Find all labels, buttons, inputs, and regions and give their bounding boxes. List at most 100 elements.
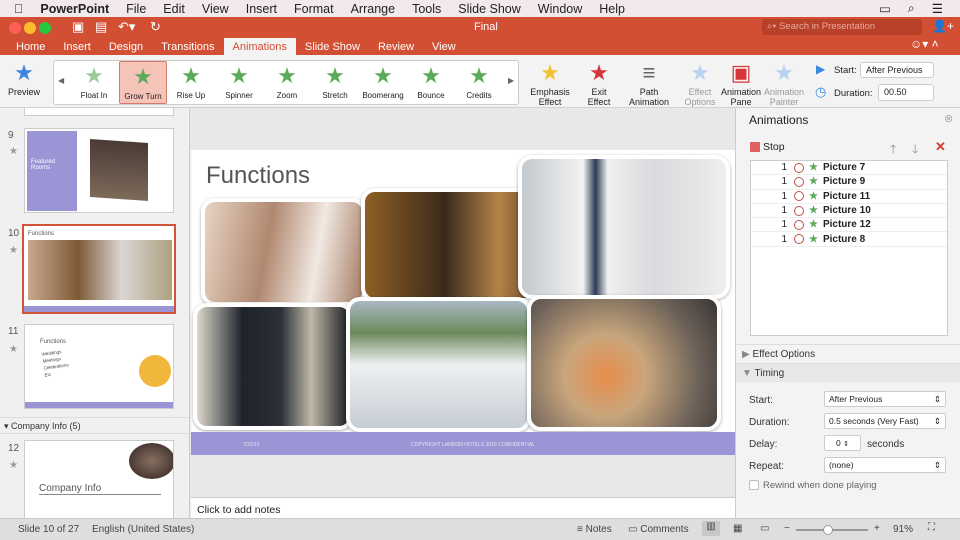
smiley-icon[interactable]: ☺▾ ˄ bbox=[910, 37, 939, 51]
effect-grow-turn[interactable]: ★ Grow Turn bbox=[119, 61, 167, 104]
redo-icon[interactable]: ↻ bbox=[150, 19, 161, 35]
tab-design[interactable]: Design bbox=[100, 38, 152, 55]
tab-slideshow[interactable]: Slide Show bbox=[296, 38, 369, 55]
animation-pane-button[interactable]: ▣ Animation Pane bbox=[720, 59, 762, 107]
tab-insert[interactable]: Insert bbox=[54, 38, 100, 55]
effect-float-in[interactable]: ★ Float In bbox=[70, 61, 118, 104]
list-icon[interactable]: ☰ bbox=[932, 1, 943, 16]
minimize-button[interactable] bbox=[24, 22, 36, 34]
photo-banquet[interactable] bbox=[346, 297, 531, 432]
menu-tools[interactable]: Tools bbox=[412, 2, 441, 16]
tab-home[interactable]: Home bbox=[7, 38, 54, 55]
effect-zoom[interactable]: ★ Zoom bbox=[263, 61, 311, 104]
emphasis-effect-button[interactable]: ★ Emphasis Effect bbox=[528, 59, 572, 107]
menu-view[interactable]: View bbox=[202, 2, 229, 16]
tab-view[interactable]: View bbox=[423, 38, 465, 55]
menu-arrange[interactable]: Arrange bbox=[351, 2, 395, 16]
zoom-out-icon[interactable]: − bbox=[784, 523, 790, 534]
slide-sorter-icon[interactable]: ▦ bbox=[733, 523, 742, 534]
effect-rise-up[interactable]: ★ Rise Up bbox=[167, 61, 215, 104]
menu-edit[interactable]: Edit bbox=[163, 2, 185, 16]
share-icon[interactable]: 👤+ bbox=[932, 19, 954, 33]
timing-repeat-select[interactable]: (none) ⇕ bbox=[824, 457, 946, 473]
undo-icon[interactable]: ↶▾ bbox=[118, 19, 135, 35]
photo-chefs[interactable] bbox=[518, 155, 730, 299]
stop-button[interactable]: Stop bbox=[763, 141, 785, 153]
effect-boomerang[interactable]: ★ Boomerang bbox=[359, 61, 407, 104]
move-up-icon[interactable]: 🡑 bbox=[890, 140, 896, 161]
slide-thumb-9[interactable]: Featured Rooms bbox=[24, 128, 174, 213]
animation-list-item[interactable]: 1 ★ Picture 11 bbox=[751, 190, 947, 204]
effect-options-section[interactable]: ▶ Effect Options bbox=[736, 344, 960, 363]
presenter-view-icon[interactable]: ▭ bbox=[760, 523, 769, 534]
timing-duration-select[interactable]: 0.5 seconds (Very Fast) ⇕ bbox=[824, 413, 946, 429]
menu-slideshow[interactable]: Slide Show bbox=[458, 2, 521, 16]
effect-options-button[interactable]: ★ Effect Options bbox=[680, 59, 720, 107]
exit-effect-button[interactable]: ★ Exit Effect bbox=[580, 59, 618, 107]
menu-window[interactable]: Window bbox=[538, 2, 582, 16]
timing-delay-stepper[interactable]: 0 ⇕ bbox=[824, 435, 861, 451]
animation-list-item[interactable]: 1 ★ Picture 10 bbox=[751, 204, 947, 219]
animation-list-item[interactable]: 1 ★ Picture 7 bbox=[751, 161, 947, 176]
slide-thumb-12[interactable]: Company Info bbox=[24, 440, 174, 518]
photo-food[interactable] bbox=[527, 295, 721, 431]
menu-insert[interactable]: Insert bbox=[246, 2, 277, 16]
start-select[interactable]: After Previous bbox=[860, 62, 934, 78]
notes-button[interactable]: ≡ Notes bbox=[577, 524, 612, 535]
zoom-slider[interactable] bbox=[796, 525, 868, 535]
menu-format[interactable]: Format bbox=[294, 2, 334, 16]
slide-thumb-10-selected[interactable]: Functions bbox=[22, 224, 176, 314]
move-down-icon[interactable]: 🡓 bbox=[912, 140, 918, 161]
photo-meeting[interactable] bbox=[193, 303, 353, 430]
gallery-next-arrow[interactable]: ▶ bbox=[508, 76, 514, 85]
menu-file[interactable]: File bbox=[126, 2, 146, 16]
gallery-prev-arrow[interactable]: ◀ bbox=[58, 76, 64, 85]
spotlight-icon[interactable]: ⌕ bbox=[908, 1, 915, 16]
menu-app[interactable]: PowerPoint bbox=[40, 2, 109, 16]
comments-button[interactable]: ▭ Comments bbox=[628, 524, 689, 535]
slide-canvas[interactable]: Functions 7/22/15 COPYRIGHT LANDON HOTEL… bbox=[191, 150, 735, 455]
animation-list-item[interactable]: 1 ★ Picture 9 bbox=[751, 175, 947, 190]
close-button[interactable] bbox=[9, 22, 21, 34]
effect-spinner[interactable]: ★ Spinner bbox=[215, 61, 263, 104]
tab-animations[interactable]: Animations bbox=[223, 38, 296, 55]
slide-title[interactable]: Functions bbox=[206, 162, 310, 190]
timing-start-select[interactable]: After Previous ⇕ bbox=[824, 391, 946, 407]
animation-painter-button[interactable]: ★ Animation Painter bbox=[762, 59, 806, 107]
ribbon: ★ Preview ◀ ★ Float In ★ Grow Turn ★ Rise Up… bbox=[0, 55, 960, 108]
tab-review[interactable]: Review bbox=[369, 38, 423, 55]
tab-transitions[interactable]: Transitions bbox=[152, 38, 223, 55]
save-icon[interactable]: ▤ bbox=[95, 19, 107, 35]
zoom-button[interactable] bbox=[39, 22, 51, 34]
photo-bridesmaids[interactable] bbox=[201, 198, 366, 306]
language-indicator[interactable]: English (United States) bbox=[92, 524, 194, 535]
menu-help[interactable]: Help bbox=[599, 2, 625, 16]
slide-thumbnails-pane[interactable]: 9 ★ Featured Rooms 10 ★ Functions 11 ★ F… bbox=[0, 108, 190, 518]
normal-view-icon[interactable]: ▥ bbox=[702, 521, 720, 536]
zoom-slider-knob[interactable] bbox=[823, 525, 834, 535]
delete-icon[interactable]: ✕ bbox=[935, 139, 946, 155]
animation-list-item[interactable]: 1 ★ Picture 8 bbox=[751, 232, 947, 247]
slide-thumb-8[interactable] bbox=[24, 108, 174, 116]
notes-input[interactable]: Click to add notes bbox=[191, 497, 735, 518]
close-pane-icon[interactable]: ⊗ bbox=[944, 112, 953, 125]
timing-section[interactable]: ▼ Timing bbox=[736, 363, 960, 382]
zoom-level[interactable]: 91% bbox=[893, 524, 913, 535]
preview-button[interactable]: ★ Preview bbox=[4, 59, 44, 97]
slide-thumb-11[interactable]: Functions Weddings Meetings Celebrations Et… bbox=[24, 324, 174, 409]
effect-bounce[interactable]: ★ Bounce bbox=[407, 61, 455, 104]
rewind-checkbox[interactable] bbox=[749, 480, 759, 490]
section-company-info[interactable]: ▾ Company Info (5) bbox=[0, 417, 189, 434]
animation-list-item[interactable]: 1 ★ Picture 12 bbox=[751, 218, 947, 233]
apple-icon[interactable]:  bbox=[14, 2, 23, 16]
zoom-in-icon[interactable]: + bbox=[874, 523, 880, 534]
sidebar-toggle-icon[interactable]: ▣ bbox=[72, 19, 84, 35]
fit-to-window-icon[interactable]: ⛶ bbox=[928, 522, 935, 533]
airplay-icon[interactable]: ▭ bbox=[879, 1, 891, 16]
animation-list[interactable]: 1 ★ Picture 71 ★ Picture 91 ★ Picture 11… bbox=[750, 160, 948, 336]
duration-stepper[interactable]: 00.50 bbox=[878, 84, 934, 101]
path-animation-button[interactable]: ≡ Path Animation bbox=[626, 59, 672, 107]
effect-stretch[interactable]: ★ Stretch bbox=[311, 61, 359, 104]
search-input[interactable]: ⌕▾ Search in Presentation bbox=[762, 19, 922, 35]
effect-credits[interactable]: ★ Credits bbox=[455, 61, 503, 104]
